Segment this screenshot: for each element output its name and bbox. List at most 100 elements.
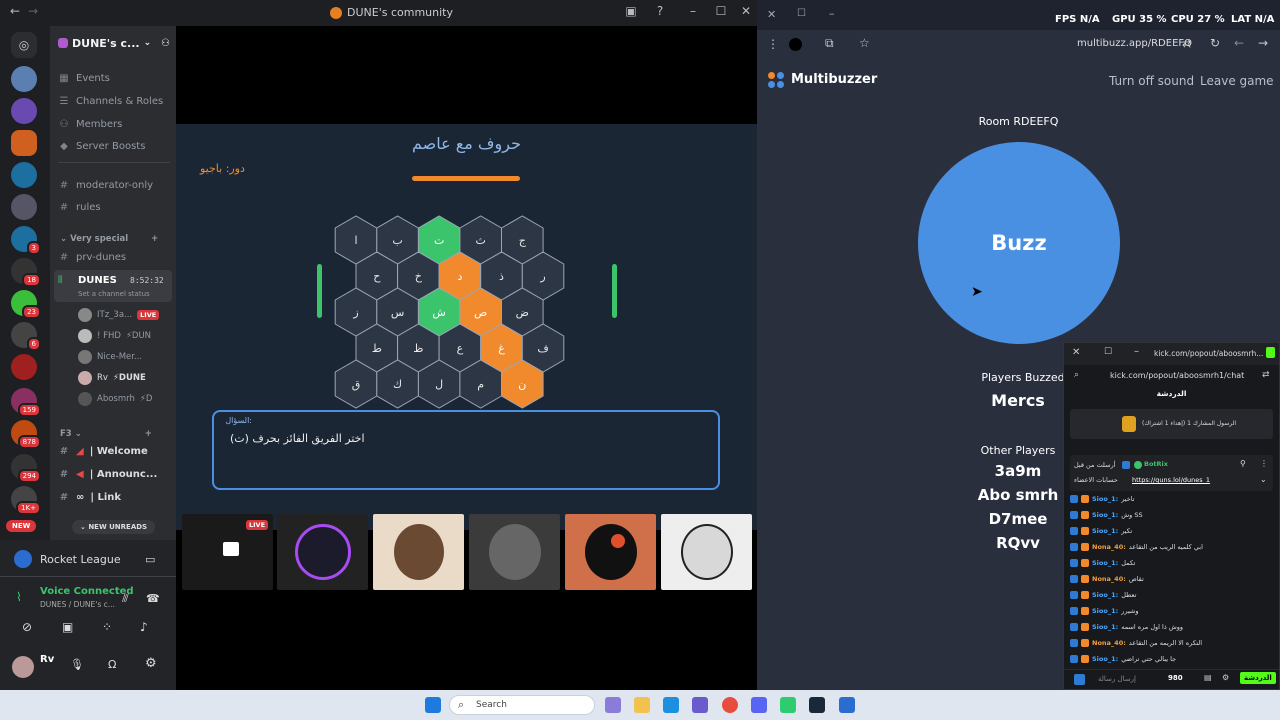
help-icon[interactable]: ? [651, 4, 669, 18]
participant-tile[interactable] [565, 514, 656, 590]
activities-icon[interactable]: ⁘ [102, 620, 112, 634]
activity[interactable]: Rocket League [14, 550, 121, 568]
server-icon[interactable]: 23 [11, 290, 41, 319]
microphone-icon[interactable]: 🎙︎ [70, 658, 84, 671]
category-very-special[interactable]: ⌄ Very special + [60, 234, 158, 244]
new-unreads-button[interactable]: ⌄ NEW UNREADS [72, 520, 156, 534]
channel-moderator-only[interactable]: # moderator-only [58, 180, 153, 191]
extension-icon[interactable] [789, 38, 802, 51]
chat-username[interactable]: Sioo_1: [1092, 495, 1118, 503]
server-icon[interactable]: 159 [11, 388, 41, 417]
copilot-icon[interactable] [605, 697, 621, 713]
server-icon[interactable]: 294 [11, 454, 41, 483]
server-icon[interactable]: 3 [11, 226, 41, 255]
new-badge[interactable]: NEW [6, 520, 37, 532]
voice-user[interactable]: ITz_3a... LIVE [78, 308, 160, 322]
channel-announcements[interactable]: # ◀ | Announc... [58, 469, 157, 480]
server-icon[interactable] [11, 162, 37, 188]
steam-icon[interactable] [809, 697, 825, 713]
minimize-icon[interactable]: – [829, 7, 835, 20]
chrome-icon[interactable] [722, 697, 738, 713]
emote-icon[interactable]: ▤ [1204, 673, 1212, 682]
participant-tile[interactable] [661, 514, 752, 590]
game-overlay-icon[interactable]: ▭ [145, 553, 155, 566]
voice-user[interactable]: Abosmrh ⚡D [78, 392, 152, 406]
menu-server-boosts[interactable]: ◆ Server Boosts [58, 141, 145, 152]
store-icon[interactable] [692, 697, 708, 713]
site-settings-icon[interactable]: ⇄ [1262, 370, 1270, 380]
menu-members[interactable]: ⚇ Members [58, 119, 123, 130]
settings-gear-icon[interactable]: ⚙ [1222, 673, 1229, 682]
server-icon[interactable] [11, 130, 37, 156]
app-icon[interactable] [780, 697, 796, 713]
maximize-icon[interactable]: ☐ [1104, 347, 1112, 357]
chat-username[interactable]: Nona_40: [1092, 575, 1126, 583]
soundboard-icon[interactable]: ♪ [140, 620, 148, 634]
menu-events[interactable]: ▦ Events [58, 73, 110, 84]
buzz-button[interactable]: Buzz [918, 142, 1120, 344]
minimize-icon[interactable]: – [1134, 346, 1139, 357]
close-icon[interactable]: ✕ [767, 8, 776, 21]
participant-tile[interactable] [469, 514, 560, 590]
noise-suppression-icon[interactable]: ⫻ [122, 592, 129, 606]
chat-username[interactable]: Sioo_1: [1092, 527, 1118, 535]
reload-icon[interactable]: ↻ [1210, 36, 1220, 50]
plus-icon[interactable]: + [145, 429, 152, 439]
pin-icon[interactable]: ⚲ [1240, 459, 1246, 468]
chat-username[interactable]: Sioo_1: [1092, 511, 1118, 519]
turn-off-sound-link[interactable]: Turn off sound [1109, 74, 1194, 88]
server-icon[interactable]: 18 [11, 258, 41, 287]
maximize-icon[interactable]: ☐ [712, 4, 730, 18]
chat-username[interactable]: Nona_40: [1092, 543, 1126, 551]
bookmark-star-icon[interactable]: ☆ [859, 36, 870, 50]
extensions-puzzle-icon[interactable]: ⧉ [825, 36, 834, 51]
settings-gear-icon[interactable]: ⚙ [145, 656, 157, 671]
leave-game-link[interactable]: Leave game [1200, 74, 1274, 88]
start-icon[interactable] [425, 697, 441, 713]
menu-dots-icon[interactable]: ⋮ [767, 37, 779, 51]
forward-icon[interactable]: → [24, 4, 42, 18]
voice-user[interactable]: Nice-Mer... [78, 350, 142, 364]
server-icon[interactable] [11, 98, 37, 124]
participant-tile[interactable] [373, 514, 464, 590]
category-f3[interactable]: F3 ⌄ + [60, 429, 152, 439]
close-icon[interactable]: ✕ [737, 4, 755, 18]
menu-channels-roles[interactable]: ☰ Channels & Roles [58, 96, 164, 107]
url-field[interactable]: multibuzz.app/RDEEFQ [1077, 38, 1192, 49]
screen-share-icon[interactable]: ▣ [62, 620, 73, 634]
more-icon[interactable]: ⋮ [1260, 459, 1268, 468]
stream-tile[interactable]: LIVE [182, 514, 273, 590]
screen-share-icon[interactable]: ▣ [622, 4, 640, 18]
avatar[interactable] [12, 656, 34, 678]
voice-channel-dunes[interactable]: ⫴ DUNES 8:52:32 Set a channel status [54, 270, 172, 302]
participant-tile[interactable] [277, 514, 368, 590]
channel-welcome[interactable]: # ◢ | Welcome [58, 446, 148, 457]
close-icon[interactable]: ✕ [1072, 347, 1080, 358]
server-icon[interactable] [11, 354, 37, 380]
send-chat-button[interactable]: الدردشة [1240, 672, 1276, 684]
chat-username[interactable]: Nona_40: [1092, 639, 1126, 647]
server-header[interactable]: DUNE's c... ⌄ ⚇ [58, 32, 170, 54]
discord-home-icon[interactable]: ◎ [11, 32, 37, 58]
plus-icon[interactable]: + [151, 234, 158, 244]
rocket-league-icon[interactable] [839, 697, 855, 713]
server-icon[interactable] [11, 66, 37, 92]
taskbar-search[interactable]: ⌕ Search [449, 695, 595, 715]
voice-user[interactable]: Rv ⚡DUNE [78, 371, 146, 385]
discord-icon[interactable] [751, 697, 767, 713]
server-icon[interactable]: 878 [11, 420, 41, 449]
bot-link[interactable]: https://guns.lol/dunes_1 [1132, 476, 1210, 484]
chat-username[interactable]: Sioo_1: [1092, 559, 1118, 567]
back-icon[interactable]: ← [6, 4, 24, 18]
chat-username[interactable]: Sioo_1: [1092, 607, 1118, 615]
edge-icon[interactable] [663, 697, 679, 713]
chevron-down-icon[interactable]: ⌄ [1260, 475, 1267, 484]
file-explorer-icon[interactable] [634, 697, 650, 713]
chat-input[interactable]: إرسال رسالة [1098, 675, 1136, 683]
server-icon[interactable]: 1K+ [11, 486, 41, 515]
back-icon[interactable]: ← [1234, 36, 1244, 50]
chat-username[interactable]: Sioo_1: [1092, 591, 1118, 599]
chat-username[interactable]: Sioo_1: [1092, 655, 1118, 663]
forward-icon[interactable]: → [1258, 36, 1268, 50]
camera-off-icon[interactable]: ⊘ [22, 620, 32, 634]
